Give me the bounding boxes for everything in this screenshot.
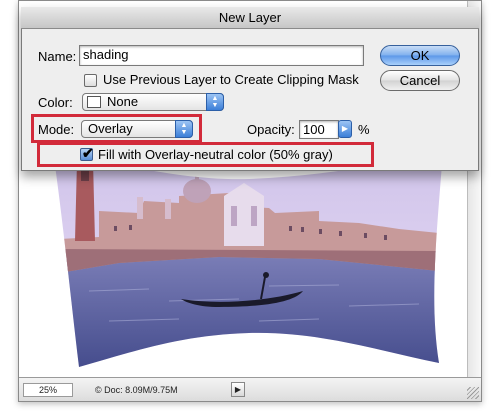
opacity-input[interactable]: 100 bbox=[299, 120, 339, 139]
dialog-title: New Layer bbox=[21, 7, 479, 29]
resize-grip-icon[interactable] bbox=[467, 387, 479, 399]
opacity-slider-icon[interactable]: ▶ bbox=[338, 120, 352, 138]
new-layer-dialog: New Layer Name: shading Use Previous Lay… bbox=[21, 7, 479, 171]
clipping-mask-checkbox[interactable] bbox=[84, 74, 97, 87]
clipping-mask-label: Use Previous Layer to Create Clipping Ma… bbox=[103, 72, 359, 87]
color-popup[interactable]: None ▲ ▼ bbox=[82, 93, 224, 111]
color-swatch bbox=[87, 96, 101, 108]
name-label: Name: bbox=[38, 49, 77, 64]
mode-highlight-box bbox=[31, 114, 202, 143]
zoom-field[interactable]: 25% bbox=[23, 383, 73, 397]
color-value: None bbox=[107, 94, 139, 109]
cancel-button[interactable]: Cancel bbox=[380, 70, 460, 91]
fill-neutral-highlight-box bbox=[37, 142, 374, 167]
triangle-right-icon[interactable]: ▶ bbox=[231, 382, 245, 397]
layer-name-input[interactable]: shading bbox=[79, 45, 364, 66]
ok-button[interactable]: OK bbox=[380, 45, 460, 66]
opacity-unit: % bbox=[358, 122, 370, 137]
status-bar: 25% © Doc: 8.09M/9.75M ▶ bbox=[19, 377, 481, 401]
opacity-label: Opacity: bbox=[247, 122, 295, 137]
up-down-arrows-icon: ▲ ▼ bbox=[206, 93, 224, 111]
color-label: Color: bbox=[38, 95, 73, 110]
doc-size-info: © Doc: 8.09M/9.75M bbox=[95, 385, 178, 395]
